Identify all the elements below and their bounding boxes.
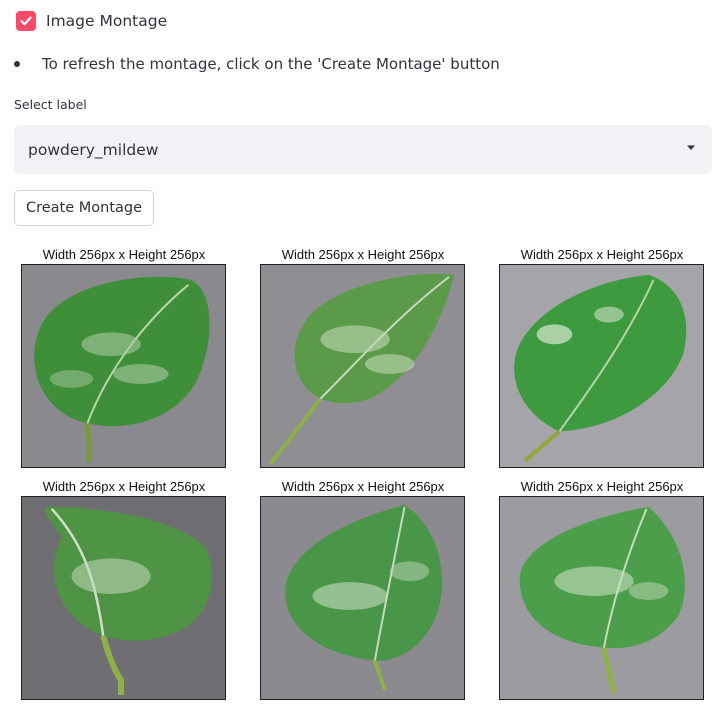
tile-caption: Width 256px x Height 256px (42, 479, 206, 494)
tile-caption: Width 256px x Height 256px (42, 247, 206, 262)
create-montage-button[interactable]: Create Montage (14, 190, 154, 226)
image-montage-checkbox[interactable]: Image Montage (16, 10, 167, 32)
montage-tile: Width 256px x Height 256px (260, 478, 466, 700)
tile-caption: Width 256px x Height 256px (520, 247, 684, 262)
tile-caption: Width 256px x Height 256px (281, 247, 445, 262)
checkbox-label: Image Montage (46, 12, 168, 30)
montage-tile: Width 256px x Height 256px (21, 246, 227, 468)
select-value: powdery_mildew (28, 140, 159, 159)
bullet-icon (14, 61, 20, 67)
leaf-image (260, 496, 465, 700)
leaf-image (499, 264, 704, 468)
checkbox-checked-icon[interactable] (16, 11, 36, 31)
image-montage-grid: Width 256px x Height 256px Width 256px x… (0, 240, 728, 710)
info-bullet: To refresh the montage, click on the 'Cr… (14, 55, 500, 73)
select-label: Select label (14, 97, 87, 112)
leaf-image (21, 496, 226, 700)
montage-tile: Width 256px x Height 256px (499, 246, 705, 468)
montage-tile: Width 256px x Height 256px (499, 478, 705, 700)
label-select[interactable]: powdery_mildew (14, 125, 712, 174)
tile-caption: Width 256px x Height 256px (281, 479, 445, 494)
info-text: To refresh the montage, click on the 'Cr… (42, 55, 500, 73)
chevron-down-icon (687, 145, 695, 150)
leaf-image (21, 264, 226, 468)
montage-tile: Width 256px x Height 256px (21, 478, 227, 700)
leaf-image (499, 496, 704, 700)
montage-tile: Width 256px x Height 256px (260, 246, 466, 468)
tile-caption: Width 256px x Height 256px (520, 479, 684, 494)
leaf-image (260, 264, 465, 468)
